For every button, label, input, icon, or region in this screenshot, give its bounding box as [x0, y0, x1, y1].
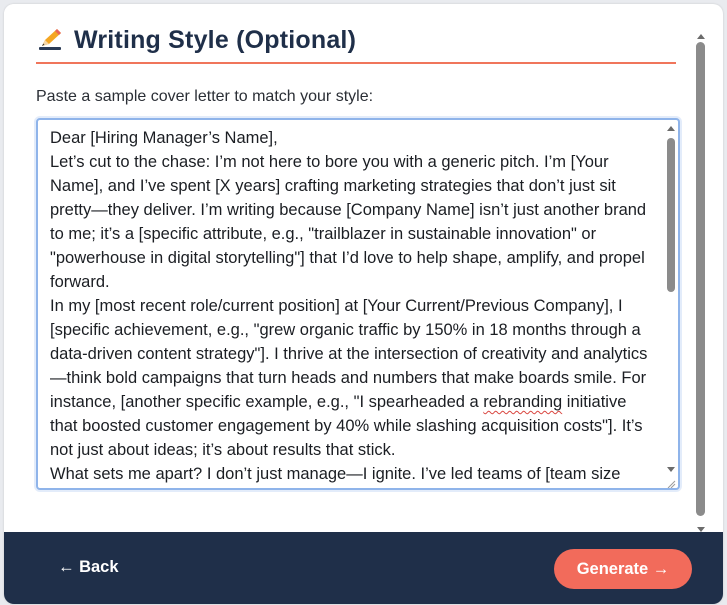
scrollbar-thumb[interactable] — [667, 138, 675, 292]
sample-letter-label: Paste a sample cover letter to match you… — [36, 88, 374, 105]
footer-bar: ← Back Generate → — [4, 532, 723, 604]
pencil-icon — [36, 26, 64, 54]
app-window: Writing Style (Optional) Paste a sample … — [4, 4, 723, 604]
generate-button[interactable]: Generate → — [554, 549, 692, 589]
scrollbar-thumb[interactable] — [696, 42, 705, 516]
scroll-up-arrow-icon[interactable] — [667, 126, 675, 131]
scroll-up-arrow-icon[interactable] — [697, 34, 705, 39]
text-paragraph: What sets me apart? I don’t just manage—… — [50, 465, 621, 483]
page-scrollbar[interactable] — [695, 34, 707, 532]
back-button[interactable]: ← Back — [58, 558, 119, 577]
sample-letter-textarea[interactable]: Dear [Hiring Manager’s Name], Let’s cut … — [36, 118, 680, 490]
page-title: Writing Style (Optional) — [74, 25, 357, 54]
section-header: Writing Style (Optional) — [36, 18, 676, 64]
sample-letter-text[interactable]: Dear [Hiring Manager’s Name], Let’s cut … — [50, 126, 655, 486]
text-paragraph: Dear [Hiring Manager’s Name], — [50, 129, 278, 147]
text-paragraph: Let’s cut to the chase: I’m not here to … — [50, 153, 647, 291]
text-paragraph: In my [most recent role/current position… — [50, 294, 655, 462]
spellcheck-word: rebranding — [483, 393, 563, 411]
scroll-down-arrow-icon[interactable] — [667, 467, 675, 472]
resize-grip-icon[interactable] — [666, 476, 676, 488]
main-content: Writing Style (Optional) Paste a sample … — [4, 4, 709, 532]
textarea-scrollbar[interactable] — [666, 124, 676, 484]
